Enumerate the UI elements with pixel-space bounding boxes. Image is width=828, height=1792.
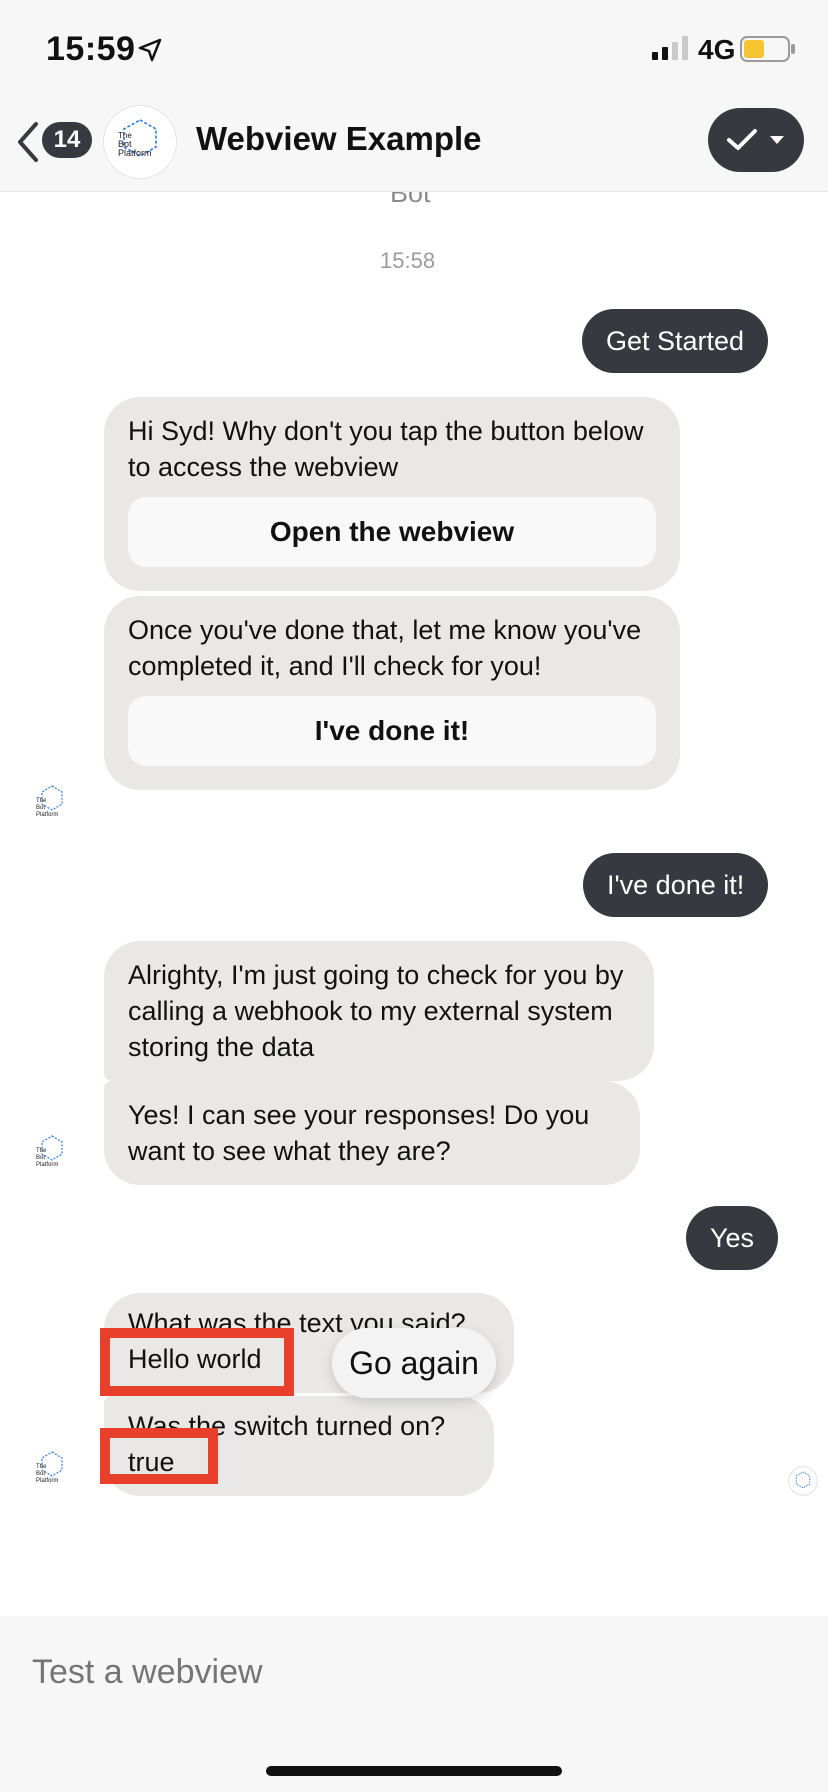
svg-text:Bot: Bot xyxy=(36,1471,45,1477)
battery-icon xyxy=(740,36,795,62)
svg-text:Platform: Platform xyxy=(36,1162,58,1168)
bot-message: Yes! I can see your responses! Do you wa… xyxy=(104,1081,640,1185)
home-indicator xyxy=(266,1766,562,1776)
bot-card-message: Once you've done that, let me know you'v… xyxy=(104,596,680,790)
message-composer xyxy=(0,1616,828,1792)
network-type: 4G xyxy=(698,34,736,65)
bot-avatar-icon: The Bot Platform xyxy=(36,1135,63,1168)
bot-card-text: Hi Syd! Why don't you tap the button bel… xyxy=(128,416,644,482)
user-message-text: I've done it! xyxy=(607,869,745,900)
back-chevron-icon[interactable] xyxy=(14,120,42,164)
open-webview-button[interactable]: Open the webview xyxy=(128,497,656,567)
message-input[interactable] xyxy=(32,1640,792,1704)
bot-avatar-icon: The Bot Platform xyxy=(36,785,63,818)
highlight-box xyxy=(100,1428,218,1484)
svg-text:The: The xyxy=(36,798,47,804)
done-it-button[interactable]: I've done it! xyxy=(128,696,656,766)
highlight-box xyxy=(100,1328,294,1396)
bot-message-text: Yes! I can see your responses! Do you wa… xyxy=(128,1100,590,1166)
svg-text:The: The xyxy=(36,1464,47,1470)
chat-title: Webview Example xyxy=(196,120,482,157)
svg-text:Bot: Bot xyxy=(36,1155,45,1161)
quick-reply-label: Go again xyxy=(349,1344,479,1381)
bot-card-message: Hi Syd! Why don't you tap the button bel… xyxy=(104,397,680,591)
checkmark-icon xyxy=(727,129,757,150)
svg-text:Platform: Platform xyxy=(36,1478,58,1484)
user-message: Yes xyxy=(686,1206,779,1270)
user-message-text: Get Started xyxy=(606,325,745,356)
status-bar: 15:59 4G xyxy=(0,0,828,98)
go-again-quick-reply[interactable]: Go again xyxy=(332,1328,496,1398)
signal-icon xyxy=(652,36,688,60)
message-timestamp: 15:58 xyxy=(380,248,436,273)
chat-header: 14 The Bot Platform Webview Example xyxy=(0,98,828,192)
message-list[interactable]: Bot 15:58 Get Started Hi Syd! Why don't … xyxy=(0,192,828,1616)
user-message-text: Yes xyxy=(710,1222,755,1253)
bot-message-text: Alrighty, I'm just going to check for yo… xyxy=(128,960,624,1062)
user-message: Get Started xyxy=(582,309,769,373)
bot-card-text: Once you've done that, let me know you'v… xyxy=(128,615,642,681)
svg-text:Platform: Platform xyxy=(118,148,152,158)
done-menu-button[interactable] xyxy=(708,108,804,172)
read-receipt-avatar-icon xyxy=(788,1466,818,1496)
user-message: I've done it! xyxy=(583,853,769,917)
svg-text:Bot: Bot xyxy=(36,805,45,811)
bot-name-label: Bot xyxy=(390,192,431,208)
svg-text:The: The xyxy=(36,1148,47,1154)
caret-down-icon xyxy=(770,136,784,144)
unread-count-badge[interactable]: 14 xyxy=(42,122,92,158)
svg-text:Platform: Platform xyxy=(36,812,58,818)
bot-avatar-icon: The Bot Platform xyxy=(36,1451,63,1484)
location-arrow-icon xyxy=(138,38,162,62)
bot-avatar-logo[interactable]: The Bot Platform xyxy=(104,106,176,178)
status-time: 15:59 xyxy=(46,30,136,68)
bot-message: Alrighty, I'm just going to check for yo… xyxy=(104,941,654,1081)
